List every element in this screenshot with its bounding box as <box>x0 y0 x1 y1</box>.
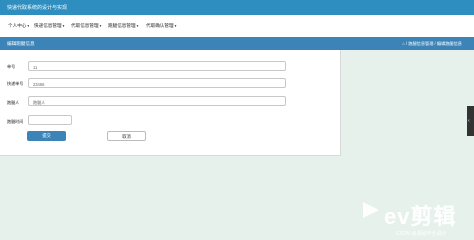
chevron-down-icon: ▾ <box>99 24 102 28</box>
nav-item-errand-info[interactable]: 跑腿信息管理▾ <box>108 23 138 29</box>
chevron-down-icon: ▾ <box>174 24 177 28</box>
nav-item-pickup-confirm[interactable]: 代取确认管理▾ <box>146 23 176 29</box>
main-nav: 个人中心▾ 快递信息管理▾ 代取信息管理▾ 跑腿信息管理▾ 代取确认管理▾ <box>0 15 474 37</box>
runner-label: 跑腿人 <box>7 100 20 105</box>
top-header: 快递代取系统的设计与实现 <box>0 0 474 15</box>
nav-item-personal-center[interactable]: 个人中心▾ <box>8 23 29 29</box>
ev-logo-icon <box>363 202 379 218</box>
page-title: 编辑跑腿信息 <box>7 41 35 46</box>
order-no-field[interactable]: 11 <box>28 61 286 71</box>
chevron-down-icon: ▾ <box>27 24 30 28</box>
tracking-no-field[interactable]: 23456 <box>28 78 286 88</box>
breadcrumb: ⌂ / 跑腿信息管理 / 编辑跑腿信息 <box>402 41 462 46</box>
order-no-label: 单号 <box>7 64 16 69</box>
nav-item-express-info[interactable]: 快递信息管理▾ <box>34 23 64 29</box>
errand-time-field[interactable] <box>28 115 72 125</box>
app-title: 快递代取系统的设计与实现 <box>7 5 68 11</box>
errand-time-label: 跑腿时间 <box>7 119 24 124</box>
chevron-down-icon: ▾ <box>136 24 139 28</box>
nav-item-pickup-info[interactable]: 代取信息管理▾ <box>71 23 101 29</box>
cancel-button[interactable]: 取消 <box>107 131 146 141</box>
watermark-credit: CSDN @源码毕业设计 <box>396 231 447 237</box>
submit-button[interactable]: 提交 <box>27 131 66 141</box>
watermark-brand: ev剪辑 <box>384 204 457 229</box>
tracking-no-label: 快递单号 <box>7 81 24 86</box>
chevron-down-icon: ▾ <box>62 24 65 28</box>
page-banner: 编辑跑腿信息 ⌂ / 跑腿信息管理 / 编辑跑腿信息 <box>0 37 474 50</box>
runner-field[interactable]: 跑腿人 <box>28 96 286 106</box>
side-toggle-button[interactable]: ‹ <box>467 106 474 136</box>
chevron-left-icon: ‹ <box>468 118 470 124</box>
